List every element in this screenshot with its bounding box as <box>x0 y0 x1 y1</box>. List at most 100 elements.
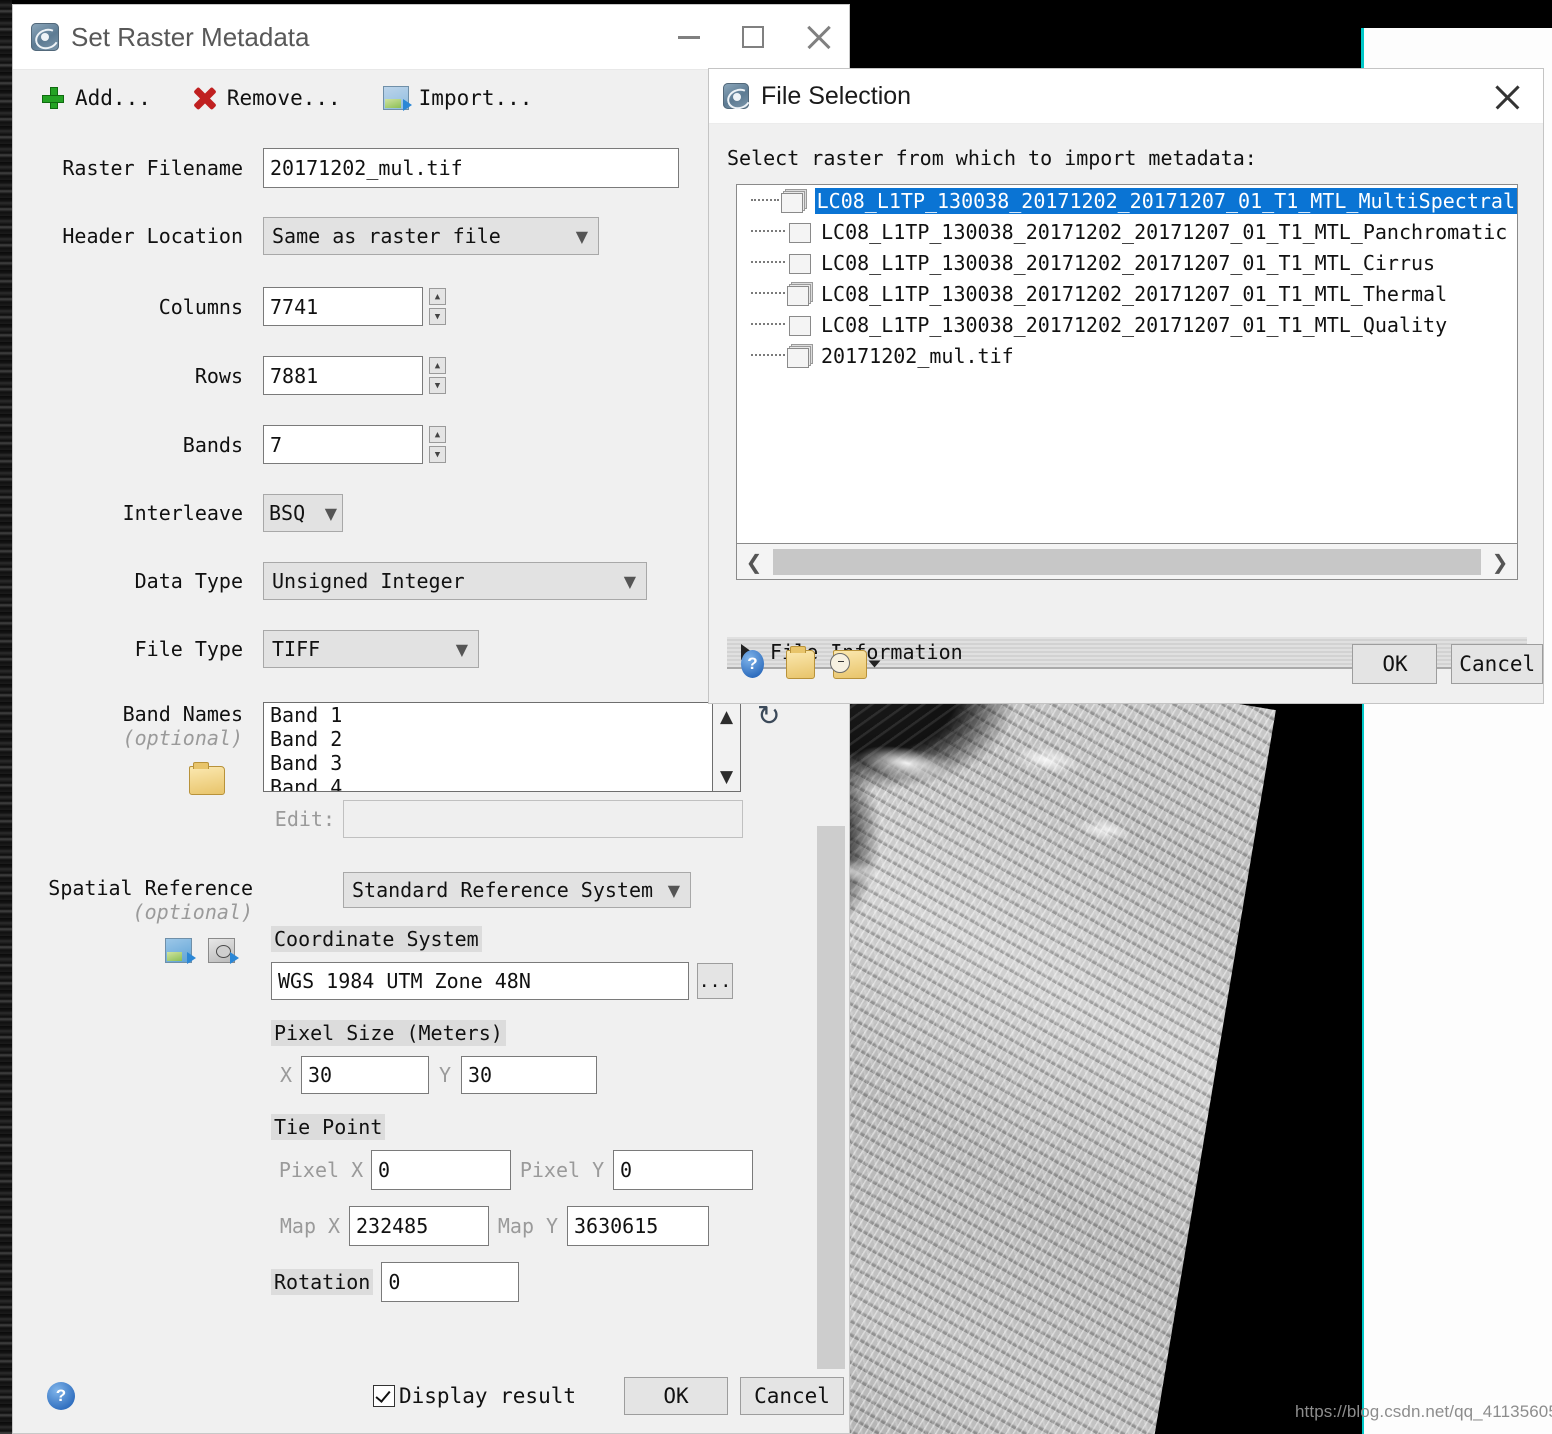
rows-stepper-down[interactable]: ▼ <box>429 377 446 394</box>
columns-stepper[interactable]: ▲ ▼ <box>429 288 446 325</box>
pixel-size-y-label: Y <box>438 1063 452 1087</box>
remove-button[interactable]: Remove... <box>193 86 341 110</box>
map-x-label: Map X <box>279 1214 341 1238</box>
tie-pixel-y-input[interactable]: 0 <box>613 1150 753 1190</box>
recent-files-dropdown[interactable] <box>830 649 881 679</box>
coordinate-system-browse-button[interactable]: ... <box>697 963 733 999</box>
band-names-scrollbar[interactable]: ▲ ▼ <box>712 703 740 791</box>
columns-stepper-up[interactable]: ▲ <box>429 288 446 305</box>
bands-stepper-up[interactable]: ▲ <box>429 426 446 443</box>
list-item[interactable]: Band 2 <box>264 727 740 751</box>
import-button[interactable]: Import... <box>382 86 532 111</box>
color-raster-icon <box>787 281 813 306</box>
rows-input[interactable]: 7881 <box>263 356 423 395</box>
minimize-button[interactable] <box>657 5 721 69</box>
maximize-button[interactable] <box>721 5 785 69</box>
pixel-size-x-input[interactable]: 30 <box>301 1056 429 1094</box>
data-type-select[interactable]: Unsigned Integer ▼ <box>263 562 647 600</box>
list-item[interactable]: Band 4 <box>264 775 740 791</box>
help-icon[interactable]: ? <box>741 650 764 678</box>
map-y-input[interactable]: 3630615 <box>567 1206 709 1246</box>
coordinate-system-input[interactable]: WGS 1984 UTM Zone 48N <box>271 962 689 1000</box>
band-edit-input[interactable] <box>343 800 743 838</box>
pixel-size-y-input[interactable]: 30 <box>461 1056 597 1094</box>
cancel-button[interactable]: Cancel <box>740 1377 845 1415</box>
list-item-label: LC08_L1TP_130038_20171202_20171207_01_T1… <box>821 312 1448 337</box>
cancel-button[interactable]: Cancel <box>1451 644 1543 684</box>
display-result-checkbox-group[interactable]: Display result <box>373 1384 576 1408</box>
file-selection-horizontal-scrollbar[interactable]: ❮ ❯ <box>736 544 1518 580</box>
rotation-value: 0 <box>388 1270 401 1294</box>
rows-stepper[interactable]: ▲ ▼ <box>429 357 446 394</box>
bands-stepper-down[interactable]: ▼ <box>429 446 446 463</box>
band-names-listbox[interactable]: Band 1 Band 2 Band 3 Band 4 ▲ ▼ <box>263 702 741 792</box>
display-result-checkbox[interactable] <box>373 1385 395 1407</box>
file-type-value: TIFF <box>272 637 321 661</box>
list-item[interactable]: Band 3 <box>264 751 740 775</box>
import-image-icon <box>382 86 412 111</box>
metadata-vertical-scrollbar[interactable]: ▼ <box>817 826 845 1369</box>
ok-button[interactable]: OK <box>624 1377 729 1415</box>
scroll-down-icon[interactable]: ▼ <box>720 767 733 787</box>
interleave-select[interactable]: BSQ ▼ <box>263 494 343 532</box>
band-names-optional-label: (optional) <box>122 726 243 750</box>
list-item[interactable]: LC08_L1TP_130038_20171202_20171207_01_T1… <box>737 278 1517 309</box>
list-item[interactable]: LC08_L1TP_130038_20171202_20171207_01_T1… <box>737 247 1517 278</box>
rows-stepper-up[interactable]: ▲ <box>429 357 446 374</box>
columns-stepper-down[interactable]: ▼ <box>429 308 446 325</box>
scroll-right-icon[interactable]: ❯ <box>1483 550 1517 574</box>
window-controls <box>657 5 849 69</box>
pixel-size-x-value: 30 <box>308 1063 333 1087</box>
chevron-down-icon: ▼ <box>623 571 636 591</box>
import-spatial-reference-icon[interactable] <box>165 938 196 964</box>
rotation-label: Rotation <box>271 1269 374 1295</box>
columns-input[interactable]: 7741 <box>263 287 423 326</box>
gray-raster-icon <box>787 220 813 244</box>
tree-connector-icon <box>751 354 785 357</box>
list-item-label: LC08_L1TP_130038_20171202_20171207_01_T1… <box>821 281 1448 306</box>
scrollbar-thumb[interactable] <box>773 548 1481 575</box>
view-spatial-reference-icon[interactable] <box>208 938 239 964</box>
file-selection-dialog: File Selection Select raster from which … <box>708 68 1544 704</box>
open-folder-icon[interactable] <box>189 762 225 795</box>
file-selection-listbox[interactable]: LC08_L1TP_130038_20171202_20171207_01_T1… <box>736 184 1518 544</box>
ok-button[interactable]: OK <box>1352 644 1438 684</box>
header-location-select[interactable]: Same as raster file ▼ <box>263 217 599 255</box>
file-type-select[interactable]: TIFF ▼ <box>263 630 479 668</box>
help-icon[interactable]: ? <box>47 1382 75 1410</box>
reference-system-select[interactable]: Standard Reference System ▼ <box>343 872 691 908</box>
tree-connector-icon <box>751 199 779 202</box>
scroll-up-icon[interactable]: ▲ <box>720 707 733 727</box>
open-folder-icon[interactable] <box>785 645 816 679</box>
tree-connector-icon <box>751 292 785 295</box>
interleave-label: Interleave <box>122 501 243 525</box>
list-item[interactable]: LC08_L1TP_130038_20171202_20171207_01_T1… <box>737 216 1517 247</box>
tie-point-label: Tie Point <box>271 1114 386 1140</box>
list-item[interactable]: 20171202_mul.tif <box>737 340 1517 371</box>
list-item[interactable]: LC08_L1TP_130038_20171202_20171207_01_T1… <box>737 185 1517 216</box>
bands-input[interactable]: 7 <box>263 425 423 464</box>
chevron-down-icon: ▼ <box>575 226 588 246</box>
bands-stepper[interactable]: ▲ ▼ <box>429 426 446 463</box>
add-button[interactable]: Add... <box>41 86 151 110</box>
envi-logo-icon <box>723 83 749 109</box>
list-item[interactable]: Band 1 <box>264 703 740 727</box>
maximize-icon <box>742 26 764 48</box>
satellite-clouds <box>850 700 1215 1074</box>
data-type-value: Unsigned Integer <box>272 569 465 593</box>
list-item[interactable]: LC08_L1TP_130038_20171202_20171207_01_T1… <box>737 309 1517 340</box>
map-x-input[interactable]: 232485 <box>349 1206 489 1246</box>
rows-label: Rows <box>194 363 243 388</box>
tie-pixel-x-input[interactable]: 0 <box>371 1150 511 1190</box>
list-item-label: 20171202_mul.tif <box>821 343 1014 368</box>
scroll-left-icon[interactable]: ❮ <box>737 550 771 574</box>
tree-connector-icon <box>751 230 785 233</box>
raster-filename-input[interactable]: 20171202_mul.tif <box>263 148 679 188</box>
map-x-value: 232485 <box>356 1214 429 1238</box>
raster-filename-value: 20171202_mul.tif <box>270 156 463 180</box>
file-selection-close-button[interactable] <box>1493 83 1521 111</box>
close-button[interactable] <box>785 5 849 69</box>
scrollbar-thumb[interactable] <box>817 826 845 1369</box>
tie-pixel-y-value: 0 <box>620 1158 633 1182</box>
rotation-input[interactable]: 0 <box>381 1262 520 1302</box>
